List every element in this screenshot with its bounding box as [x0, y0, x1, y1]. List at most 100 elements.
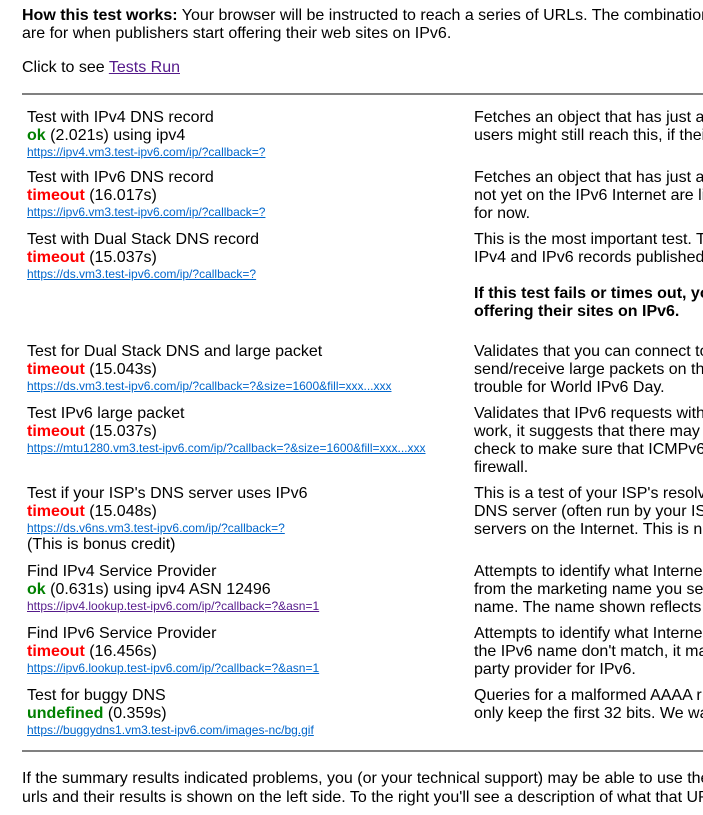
intro-heading: How this test works:: [22, 7, 178, 24]
test-name: Test IPv6 large packet: [27, 405, 185, 422]
test-name: Find IPv4 Service Provider: [27, 563, 217, 580]
footer-line-2: urls and their results is shown on the l…: [22, 789, 703, 806]
desc-line: This is a test of your ISP's resolv: [474, 485, 703, 502]
test-name: Test with Dual Stack DNS record: [27, 231, 260, 248]
desc-line: Validates that you can connect to: [474, 343, 703, 360]
status-badge: ok: [27, 581, 46, 598]
desc-line: DNS server (often run by your IS: [474, 503, 703, 520]
status-detail: (16.017s): [84, 187, 157, 204]
test-name: Test for Dual Stack DNS and large packet: [27, 343, 323, 360]
test-url-link[interactable]: https://ipv4.vm3.test-ipv6.com/ip/?callb…: [27, 145, 467, 160]
intro-line-2: are for when publishers start offering t…: [22, 25, 452, 42]
click-prefix: Click to see: [22, 59, 109, 76]
status-detail: (15.048s): [84, 503, 157, 520]
desc-line: Attempts to identify what Interne: [474, 625, 703, 642]
status-badge: ok: [27, 127, 46, 144]
test-name: Test if your ISP's DNS server uses IPv6: [27, 485, 308, 502]
test-result-cell: Test with IPv6 DNS record timeout (16.01…: [27, 169, 467, 220]
desc-line: party provider for IPv6.: [474, 661, 636, 678]
status-badge: undefined: [27, 705, 104, 722]
test-name: Find IPv6 Service Provider: [27, 625, 217, 642]
test-description-cell: Queries for a malformed AAAA r only keep…: [474, 687, 703, 723]
footer-text: If the summary results indicated problem…: [22, 769, 703, 807]
status-badge: timeout: [27, 187, 85, 204]
test-status-line: timeout (16.456s): [27, 643, 467, 661]
test-url-link[interactable]: https://buggydns1.vm3.test-ipv6.com/imag…: [27, 723, 467, 738]
desc-line: IPv4 and IPv6 records published: [474, 249, 703, 266]
desc-warning-line: offering their sites on IPv6.: [474, 303, 680, 320]
status-detail: (15.037s): [84, 249, 157, 266]
test-description-cell: This is the most important test. T IPv4 …: [474, 231, 703, 321]
tests-run-link[interactable]: Tests Run: [109, 59, 180, 76]
test-status-line: ok (0.631s) using ipv4 ASN 12496: [27, 581, 467, 599]
intro-section: How this test works: Your browser will b…: [22, 7, 703, 77]
test-result-cell: Find IPv6 Service Provider timeout (16.4…: [27, 625, 467, 676]
desc-line: firewall.: [474, 459, 529, 476]
test-url-link[interactable]: https://mtu1280.vm3.test-ipv6.com/ip/?ca…: [27, 441, 467, 456]
test-url-link[interactable]: https://ipv4.lookup.test-ipv6.com/ip/?ca…: [27, 599, 467, 614]
status-badge: timeout: [27, 423, 85, 440]
desc-line: name. The name shown reflects: [474, 599, 702, 616]
status-detail: (0.631s) using ipv4 ASN 12496: [45, 581, 271, 598]
intro-line-1: How this test works: Your browser will b…: [22, 7, 703, 25]
test-result-cell: Test IPv6 large packet timeout (15.037s)…: [27, 405, 467, 456]
desc-line: Fetches an object that has just a: [474, 169, 703, 186]
test-url-link[interactable]: https://ds.vm3.test-ipv6.com/ip/?callbac…: [27, 379, 467, 394]
test-url-link[interactable]: https://ipv6.lookup.test-ipv6.com/ip/?ca…: [27, 661, 467, 676]
desc-line: Fetches an object that has just a: [474, 109, 703, 126]
test-name: Test with IPv4 DNS record: [27, 109, 214, 126]
status-badge: timeout: [27, 249, 85, 266]
top-divider: [22, 93, 703, 95]
test-status-line: timeout (16.017s): [27, 187, 467, 205]
desc-line: servers on the Internet. This is n: [474, 521, 703, 538]
test-status-line: ok (2.021s) using ipv4: [27, 127, 467, 145]
test-description-cell: This is a test of your ISP's resolv DNS …: [474, 485, 703, 539]
desc-line: Validates that IPv6 requests with: [474, 405, 703, 422]
desc-line: users might still reach this, if thei: [474, 127, 703, 144]
status-detail: (15.043s): [84, 361, 157, 378]
test-result-cell: Test for Dual Stack DNS and large packet…: [27, 343, 467, 394]
bonus-credit-note: (This is bonus credit): [27, 536, 176, 553]
desc-line: Queries for a malformed AAAA r: [474, 687, 702, 704]
desc-line: not yet on the IPv6 Internet are li: [474, 187, 703, 204]
desc-line: check to make sure that ICMPv6: [474, 441, 703, 458]
status-detail: (16.456s): [84, 643, 157, 660]
status-badge: timeout: [27, 643, 85, 660]
test-url-link[interactable]: https://ds.vm3.test-ipv6.com/ip/?callbac…: [27, 267, 467, 282]
intro-text: Your browser will be instructed to reach…: [177, 7, 703, 24]
desc-line: work, it suggests that there may: [474, 423, 700, 440]
test-result-cell: Test with Dual Stack DNS record timeout …: [27, 231, 467, 282]
test-url-link[interactable]: https://ds.v6ns.vm3.test-ipv6.com/ip/?ca…: [27, 521, 467, 536]
bottom-divider: [22, 750, 703, 752]
desc-line: This is the most important test. T: [474, 231, 703, 248]
desc-warning-line: If this test fails or times out, yo: [474, 285, 703, 302]
status-detail: (2.021s) using ipv4: [45, 127, 186, 144]
status-detail: (0.359s): [103, 705, 167, 722]
test-result-cell: Test if your ISP's DNS server uses IPv6 …: [27, 485, 467, 554]
test-status-line: timeout (15.043s): [27, 361, 467, 379]
status-badge: timeout: [27, 361, 85, 378]
test-description-cell: Attempts to identify what Interne the IP…: [474, 625, 703, 679]
test-description-cell: Validates that IPv6 requests with work, …: [474, 405, 703, 477]
test-result-cell: Find IPv4 Service Provider ok (0.631s) u…: [27, 563, 467, 614]
desc-line: the IPv6 name don't match, it ma: [474, 643, 703, 660]
test-status-line: undefined (0.359s): [27, 705, 467, 723]
status-detail: (15.037s): [84, 423, 157, 440]
desc-line: for now.: [474, 205, 531, 222]
desc-line: send/receive large packets on th: [474, 361, 703, 378]
status-badge: timeout: [27, 503, 85, 520]
test-status-line: timeout (15.048s): [27, 503, 467, 521]
test-status-line: timeout (15.037s): [27, 249, 467, 267]
test-url-link[interactable]: https://ipv6.vm3.test-ipv6.com/ip/?callb…: [27, 205, 467, 220]
desc-line: from the marketing name you se: [474, 581, 703, 598]
test-status-line: timeout (15.037s): [27, 423, 467, 441]
test-name: Test for buggy DNS: [27, 687, 166, 704]
test-description-cell: Fetches an object that has just a not ye…: [474, 169, 703, 223]
test-description-cell: Fetches an object that has just a users …: [474, 109, 703, 145]
test-description-cell: Validates that you can connect to send/r…: [474, 343, 703, 397]
desc-line: only keep the first 32 bits. We wa: [474, 705, 703, 722]
desc-line: trouble for World IPv6 Day.: [474, 379, 665, 396]
footer-line-1: If the summary results indicated problem…: [22, 770, 703, 787]
test-result-cell: Test for buggy DNS undefined (0.359s) ht…: [27, 687, 467, 738]
desc-line: Attempts to identify what Interne: [474, 563, 703, 580]
